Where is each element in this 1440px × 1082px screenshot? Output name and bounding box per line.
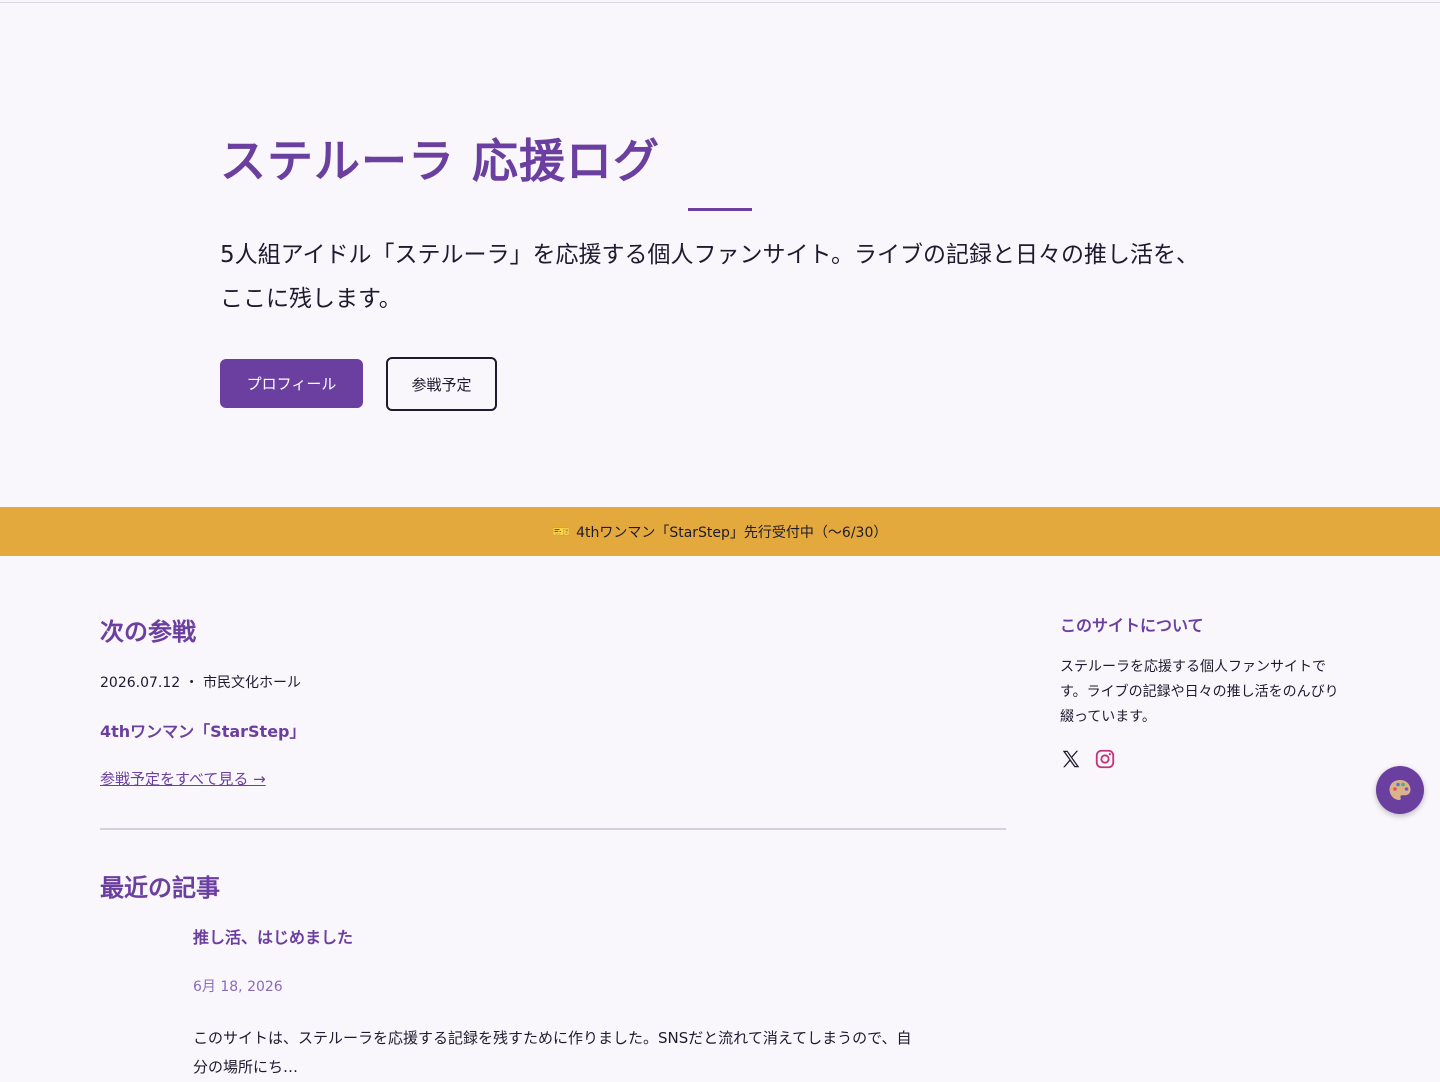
instagram-icon[interactable] bbox=[1094, 748, 1116, 770]
profile-button[interactable]: プロフィール bbox=[220, 359, 363, 408]
post-item: 推し活、はじめました 6月 18, 2026 このサイトは、ステルーラを応援する… bbox=[193, 924, 923, 1082]
next-event-heading: 次の参戦 bbox=[100, 618, 196, 646]
event-meta: 2026.07.12 ・ 市民文化ホール bbox=[100, 675, 302, 691]
event-name[interactable]: 4thワンマン「StarStep」 bbox=[100, 718, 306, 742]
hero-divider bbox=[688, 208, 752, 211]
recent-posts-heading: 最近の記事 bbox=[100, 874, 220, 902]
banner-text: 4thワンマン「StarStep」先行受付中（〜6/30） bbox=[576, 524, 888, 541]
schedule-button[interactable]: 参戦予定 bbox=[386, 357, 497, 411]
about-text: ステルーラを応援する個人ファンサイトです。ライブの記録や日々の推し活をのんびり綴… bbox=[1060, 659, 1339, 725]
post-title[interactable]: 推し活、はじめました bbox=[193, 924, 923, 948]
all-schedule-link[interactable]: 参戦予定をすべて見る → bbox=[100, 768, 266, 789]
hero-lead: 5人組アイドル「ステルーラ」を応援する個人ファンサイト。ライブの記録と日々の推し… bbox=[220, 242, 1200, 312]
section-divider bbox=[100, 828, 1006, 830]
post-excerpt: このサイトは、ステルーラを応援する記録を残すために作りました。SNSだと流れて消… bbox=[193, 1029, 912, 1076]
post-date: 6月 18, 2026 bbox=[193, 979, 283, 995]
about-heading: このサイトについて bbox=[1060, 616, 1204, 635]
x-icon[interactable] bbox=[1060, 748, 1082, 770]
palette-icon bbox=[1389, 780, 1411, 800]
ticket-icon: 🎫 bbox=[552, 523, 571, 540]
social-links bbox=[1060, 748, 1116, 770]
theme-toggle-button[interactable] bbox=[1376, 766, 1424, 814]
site-title: ステルーラ 応援ログ bbox=[220, 134, 661, 188]
hero-section: ステルーラ 応援ログ 5人組アイドル「ステルーラ」を応援する個人ファンサイト。ラ… bbox=[0, 3, 1440, 507]
announcement-banner[interactable]: 🎫 4thワンマン「StarStep」先行受付中（〜6/30） bbox=[0, 507, 1440, 556]
